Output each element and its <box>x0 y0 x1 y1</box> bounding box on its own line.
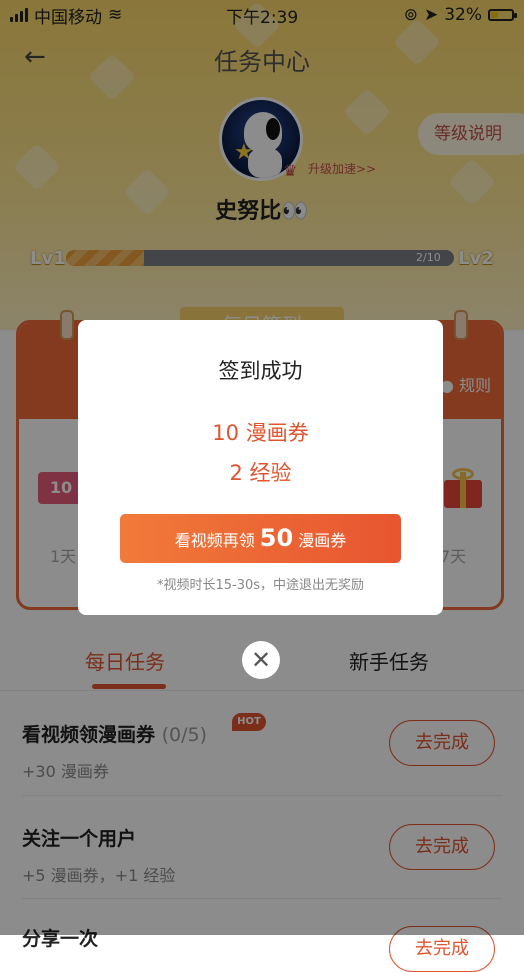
reward-coupons: 10 漫画券 <box>212 421 309 445</box>
reward-exp: 2 经验 <box>229 461 292 485</box>
dialog-note: *视频时长15-30s，中途退出无奖励 <box>156 578 365 593</box>
signin-success-dialog: 签到成功 10 漫画券 2 经验 看视频再领 50 漫画券 *视频时长15-30… <box>78 320 443 615</box>
close-icon[interactable]: ✕ <box>242 641 280 679</box>
watch-video-button[interactable]: 看视频再领 50 漫画券 <box>120 514 401 563</box>
dialog-title: 签到成功 <box>218 359 303 383</box>
